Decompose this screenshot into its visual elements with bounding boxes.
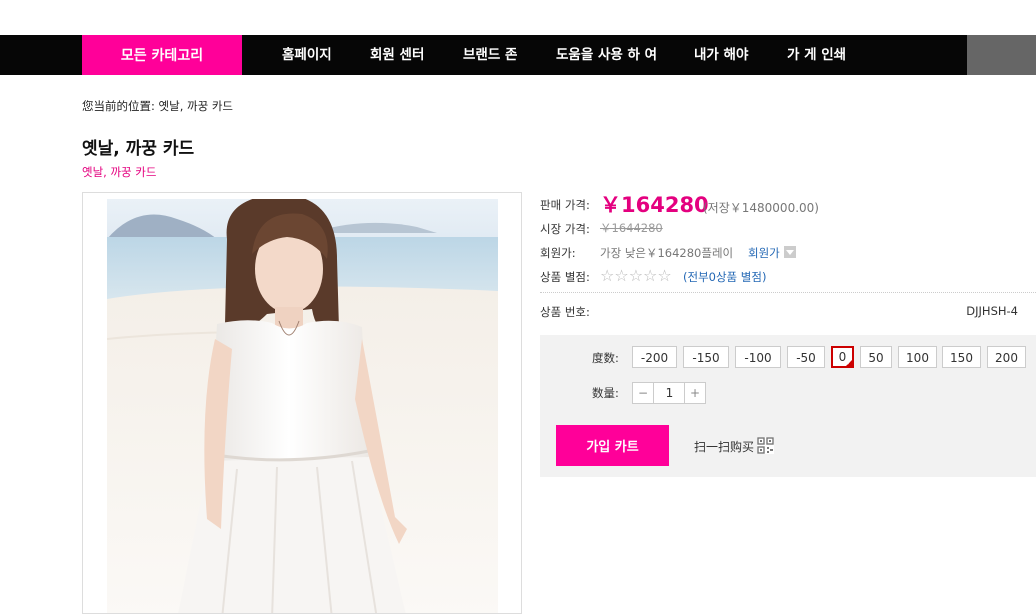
degree-option[interactable]: -150	[683, 346, 729, 368]
degree-option[interactable]: -50	[787, 346, 825, 368]
quantity-stepper: − +	[632, 382, 706, 404]
nav-right-block	[967, 35, 1036, 75]
product-image-frame	[82, 192, 522, 614]
chevron-down-icon[interactable]	[784, 246, 796, 258]
breadcrumb-current-link[interactable]: 옛날, 까꿍 카드	[159, 99, 233, 113]
breadcrumb: 您当前的位置: 옛날, 까꿍 카드	[82, 98, 233, 114]
product-subtitle: 옛날, 까꿍 카드	[82, 165, 157, 179]
nav-item-my-todo[interactable]: 내가 해야	[694, 35, 748, 75]
rating-count-link[interactable]: (전부0상품 별점)	[683, 269, 766, 285]
rating-stars-icon: ☆☆☆☆☆	[600, 266, 672, 285]
product-photo[interactable]	[107, 199, 498, 613]
sale-price-label: 판매 가격:	[540, 198, 590, 212]
market-price-label: 시장 가격:	[540, 222, 590, 236]
all-categories-button[interactable]: 모든 카테고리	[82, 35, 242, 75]
degree-option[interactable]: 50	[860, 346, 892, 368]
degree-option[interactable]: -200	[632, 346, 677, 368]
savings-amount: (저장￥1480000.00)	[703, 201, 819, 215]
degree-option-selected[interactable]: 0 ✓	[831, 346, 854, 368]
scan-to-buy-link[interactable]: 扫一扫购买	[694, 438, 754, 455]
degree-option[interactable]: 100	[898, 346, 937, 368]
qr-code-icon[interactable]	[757, 437, 774, 454]
member-price-label: 회원가:	[540, 246, 576, 260]
quantity-increase-button[interactable]: +	[684, 383, 705, 403]
breadcrumb-prefix: 您当前的位置:	[82, 99, 155, 113]
degree-option[interactable]: 200	[987, 346, 1026, 368]
nav-item-home[interactable]: 홈페이지	[282, 35, 332, 75]
sku-label: 상품 번호:	[540, 305, 590, 319]
nav-item-member-center[interactable]: 회원 센터	[370, 35, 424, 75]
nav-item-store-print[interactable]: 가 게 인쇄	[787, 35, 846, 75]
quantity-decrease-button[interactable]: −	[633, 383, 654, 403]
market-price: ￥1644280	[600, 221, 663, 235]
member-price-text: 가장 낮은￥164280플레이	[600, 246, 734, 260]
add-to-cart-button[interactable]: 가입 카트	[556, 425, 669, 466]
rating-label: 상품 별점:	[540, 270, 590, 284]
nav-item-help[interactable]: 도움을 사용 하 여	[556, 35, 657, 75]
product-photo-illustration	[107, 199, 498, 613]
quantity-input[interactable]	[654, 383, 685, 403]
top-nav-bar: 모든 카테고리 홈페이지 회원 센터 브랜드 존 도움을 사용 하 여 내가 해…	[0, 35, 1036, 75]
degree-label: 度数:	[592, 351, 619, 365]
check-icon: ✓	[846, 359, 852, 367]
degree-option[interactable]: -100	[735, 346, 781, 368]
sale-price: ￥164280	[600, 193, 709, 217]
degree-option[interactable]: 150	[942, 346, 981, 368]
member-price-link[interactable]: 회원가	[748, 245, 780, 261]
info-divider	[540, 292, 1036, 293]
nav-item-brand-zone[interactable]: 브랜드 존	[463, 35, 517, 75]
product-title: 옛날, 까꿍 카드	[82, 139, 195, 159]
quantity-label: 数量:	[592, 386, 619, 400]
sku-value: DJJHSH-4	[966, 304, 1018, 318]
